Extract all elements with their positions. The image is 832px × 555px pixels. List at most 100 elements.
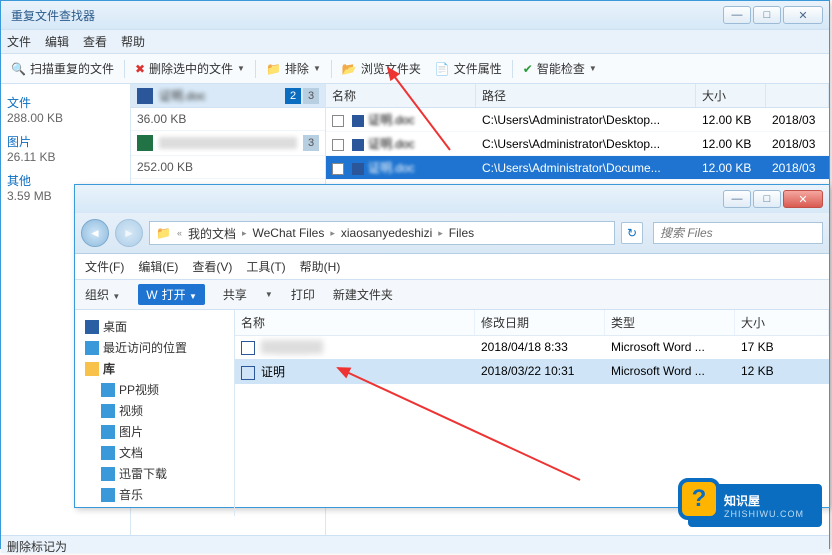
menu-help[interactable]: 帮助: [121, 33, 145, 50]
separator: [331, 60, 332, 78]
menu-file[interactable]: 文件: [7, 33, 31, 50]
refresh-button[interactable]: ↻: [621, 222, 643, 244]
chevron-down-icon: ▼: [589, 64, 597, 73]
file-date: 2018/03: [766, 158, 829, 178]
col-date[interactable]: [766, 84, 829, 107]
tree-node[interactable]: 迅雷下载: [85, 463, 234, 484]
browse-folder-button[interactable]: 📂浏览文件夹: [338, 58, 425, 79]
col-name[interactable]: 名称: [326, 84, 476, 107]
folder-icon: [101, 404, 115, 418]
scan-button[interactable]: 🔍扫描重复的文件: [7, 58, 118, 79]
menu-view[interactable]: 查看(V): [192, 258, 232, 275]
folder-icon: [101, 488, 115, 502]
file-name: ████: [261, 340, 323, 354]
organize-button[interactable]: 组织 ▼: [85, 286, 120, 303]
tree-node[interactable]: 最近访问的位置: [85, 337, 234, 358]
tree-node[interactable]: 视频: [85, 400, 234, 421]
close-button[interactable]: ✕: [783, 190, 823, 208]
separator: [124, 60, 125, 78]
breadcrumb[interactable]: Files: [449, 226, 474, 240]
list-item[interactable]: 证明2018/03/22 10:31Microsoft Word ...12 K…: [235, 359, 829, 384]
file-name: 证明.doc: [368, 161, 415, 175]
open-button[interactable]: W打开 ▼: [138, 284, 205, 305]
group-row[interactable]: 3: [131, 131, 325, 156]
watermark-logo: ? 知识屋ZHISHIWU.COM: [688, 484, 822, 527]
menu-edit[interactable]: 编辑: [45, 33, 69, 50]
print-button[interactable]: 打印: [291, 286, 315, 303]
dup-count-2[interactable]: 2: [285, 88, 301, 104]
menu-edit[interactable]: 编辑(E): [138, 258, 178, 275]
menu-help[interactable]: 帮助(H): [300, 258, 341, 275]
menu-view[interactable]: 查看: [83, 33, 107, 50]
status-bar: 删除标记为: [1, 535, 829, 553]
col-date[interactable]: 修改日期: [475, 310, 605, 335]
menu-tools[interactable]: 工具(T): [246, 258, 285, 275]
cat-images[interactable]: 图片: [7, 133, 124, 150]
col-type[interactable]: 类型: [605, 310, 735, 335]
col-size[interactable]: 大小: [696, 84, 766, 107]
checkbox[interactable]: [332, 163, 344, 175]
tree-node[interactable]: 文档: [85, 442, 234, 463]
breadcrumb[interactable]: 我的文档: [188, 225, 236, 242]
maximize-button[interactable]: □: [753, 190, 781, 208]
dup-count-3[interactable]: 3: [303, 135, 319, 151]
file-header: 名称 修改日期 类型 大小: [235, 310, 829, 336]
maximize-button[interactable]: □: [753, 6, 781, 24]
tree-label: PP视频: [119, 381, 159, 398]
tree-node[interactable]: 库: [85, 358, 234, 379]
table-row[interactable]: 证明.docC:\Users\Administrator\Desktop...1…: [326, 108, 829, 132]
file-name: 证明.doc: [368, 137, 415, 151]
checkbox[interactable]: [332, 139, 344, 151]
folder-icon: [101, 383, 115, 397]
new-folder-button[interactable]: 新建文件夹: [333, 286, 393, 303]
folder-icon: 📁: [266, 62, 281, 76]
back-button[interactable]: ◄: [81, 219, 109, 247]
cat-files[interactable]: 文件: [7, 94, 124, 111]
group-size-row: 252.00 KB: [131, 156, 325, 179]
titlebar[interactable]: 重复文件查找器 — □ ✕: [1, 1, 829, 29]
col-path[interactable]: 路径: [476, 84, 696, 107]
tree-node[interactable]: 图片: [85, 421, 234, 442]
table-row[interactable]: 证明.docC:\Users\Administrator\Docume...12…: [326, 156, 829, 180]
minimize-button[interactable]: —: [723, 6, 751, 24]
file-path: C:\Users\Administrator\Docume...: [476, 158, 696, 178]
minimize-button[interactable]: —: [723, 190, 751, 208]
word-icon: [137, 88, 153, 104]
dup-count-3[interactable]: 3: [303, 88, 319, 104]
tree-node[interactable]: 音乐: [85, 484, 234, 505]
explorer-nav: ◄ ► 📁 « 我的文档▸ WeChat Files▸ xiaosanyedes…: [75, 213, 829, 254]
close-button[interactable]: ✕: [783, 6, 823, 24]
folder-icon: 📁: [156, 226, 171, 240]
smart-check-button[interactable]: ✔智能检查▼: [519, 58, 601, 79]
col-name[interactable]: 名称: [235, 310, 475, 335]
breadcrumb[interactable]: WeChat Files: [253, 226, 325, 240]
address-bar[interactable]: 📁 « 我的文档▸ WeChat Files▸ xiaosanyedeshizi…: [149, 221, 615, 245]
exclude-button[interactable]: 📁排除▼: [262, 58, 325, 79]
toolbar: 🔍扫描重复的文件 ✖删除选中的文件▼ 📁排除▼ 📂浏览文件夹 📄文件属性 ✔智能…: [1, 54, 829, 84]
properties-icon: 📄: [435, 62, 450, 76]
search-input[interactable]: [653, 222, 823, 244]
chevron-down-icon: ▼: [237, 64, 245, 73]
folder-icon: [101, 446, 115, 460]
tree-node[interactable]: PP视频: [85, 379, 234, 400]
tree-node[interactable]: 桌面: [85, 316, 234, 337]
share-button[interactable]: 共享: [223, 286, 247, 303]
word-icon: [352, 163, 364, 175]
properties-button[interactable]: 📄文件属性: [431, 58, 506, 79]
list-item[interactable]: ████2018/04/18 8:33Microsoft Word ...17 …: [235, 336, 829, 359]
question-icon: ?: [678, 478, 720, 520]
separator: [512, 60, 513, 78]
menu-file[interactable]: 文件(F): [85, 258, 124, 275]
breadcrumb[interactable]: xiaosanyedeshizi: [341, 226, 432, 240]
table-row[interactable]: 证明.docC:\Users\Administrator\Desktop...1…: [326, 132, 829, 156]
group-row[interactable]: 证明.doc 2 3: [131, 84, 325, 108]
checkbox[interactable]: [332, 115, 344, 127]
separator: [255, 60, 256, 78]
col-size[interactable]: 大小: [735, 310, 829, 335]
file-name: 证明: [261, 365, 285, 379]
forward-button[interactable]: ►: [115, 219, 143, 247]
folder-icon: [101, 425, 115, 439]
delete-selected-button[interactable]: ✖删除选中的文件▼: [131, 58, 249, 79]
explorer-titlebar[interactable]: — □ ✕: [75, 185, 829, 213]
explorer-toolbar: 组织 ▼ W打开 ▼ 共享 ▼ 打印 新建文件夹: [75, 279, 829, 310]
